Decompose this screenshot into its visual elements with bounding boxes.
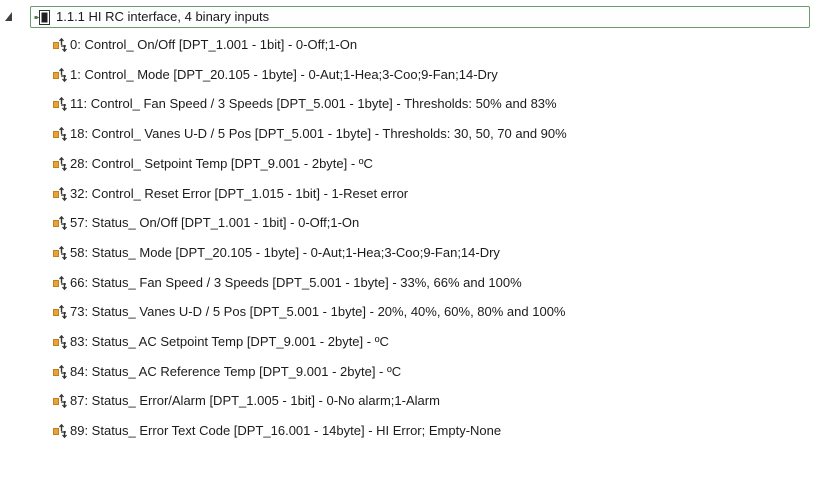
device-icon bbox=[34, 10, 50, 25]
comm-object-icon bbox=[53, 275, 67, 291]
comm-object-icon bbox=[53, 393, 67, 409]
group-object-label: 83: Status_ AC Setpoint Temp [DPT_9.001 … bbox=[70, 334, 389, 349]
comm-object-icon bbox=[53, 126, 67, 142]
group-object-label: 84: Status_ AC Reference Temp [DPT_9.001… bbox=[70, 364, 402, 379]
group-object-row[interactable]: 73: Status_ Vanes U-D / 5 Pos [DPT_5.001… bbox=[0, 301, 816, 323]
object-tree: 1.1.1 HI RC interface, 4 binary inputs 0… bbox=[0, 0, 816, 482]
group-object-row[interactable]: 32: Control_ Reset Error [DPT_1.015 - 1b… bbox=[0, 183, 816, 205]
group-object-row[interactable]: 1: Control_ Mode [DPT_20.105 - 1byte] - … bbox=[0, 64, 816, 86]
comm-object-icon bbox=[53, 304, 67, 320]
comm-object-icon bbox=[53, 96, 67, 112]
group-object-label: 66: Status_ Fan Speed / 3 Speeds [DPT_5.… bbox=[70, 275, 522, 290]
group-object-label: 58: Status_ Mode [DPT_20.105 - 1byte] - … bbox=[70, 245, 500, 260]
group-object-row[interactable]: 84: Status_ AC Reference Temp [DPT_9.001… bbox=[0, 361, 816, 383]
group-object-label: 11: Control_ Fan Speed / 3 Speeds [DPT_5… bbox=[70, 96, 557, 111]
group-object-label: 1: Control_ Mode [DPT_20.105 - 1byte] - … bbox=[70, 67, 498, 82]
comm-object-icon bbox=[53, 364, 67, 380]
expand-triangle-icon[interactable] bbox=[3, 10, 15, 24]
comm-object-icon bbox=[53, 423, 67, 439]
comm-object-icon bbox=[53, 215, 67, 231]
group-object-row[interactable]: 11: Control_ Fan Speed / 3 Speeds [DPT_5… bbox=[0, 93, 816, 115]
group-object-label: 57: Status_ On/Off [DPT_1.001 - 1bit] - … bbox=[70, 215, 360, 230]
group-object-row[interactable]: 66: Status_ Fan Speed / 3 Speeds [DPT_5.… bbox=[0, 272, 816, 294]
group-object-label: 32: Control_ Reset Error [DPT_1.015 - 1b… bbox=[70, 186, 409, 201]
comm-object-icon bbox=[53, 334, 67, 350]
group-object-row[interactable]: 87: Status_ Error/Alarm [DPT_1.005 - 1bi… bbox=[0, 390, 816, 412]
group-object-row[interactable]: 0: Control_ On/Off [DPT_1.001 - 1bit] - … bbox=[0, 34, 816, 56]
group-object-label: 0: Control_ On/Off [DPT_1.001 - 1bit] - … bbox=[70, 37, 358, 52]
comm-object-icon bbox=[53, 156, 67, 172]
comm-object-icon bbox=[53, 37, 67, 53]
comm-object-icon bbox=[53, 67, 67, 83]
group-object-row[interactable]: 89: Status_ Error Text Code [DPT_16.001 … bbox=[0, 420, 816, 442]
group-object-row[interactable]: 57: Status_ On/Off [DPT_1.001 - 1bit] - … bbox=[0, 212, 816, 234]
group-object-label: 18: Control_ Vanes U-D / 5 Pos [DPT_5.00… bbox=[70, 126, 567, 141]
group-object-label: 28: Control_ Setpoint Temp [DPT_9.001 - … bbox=[70, 156, 373, 171]
group-object-row[interactable]: 28: Control_ Setpoint Temp [DPT_9.001 - … bbox=[0, 153, 816, 175]
device-label: 1.1.1 HI RC interface, 4 binary inputs bbox=[56, 9, 270, 24]
group-object-row[interactable]: 18: Control_ Vanes U-D / 5 Pos [DPT_5.00… bbox=[0, 123, 816, 145]
comm-object-icon bbox=[53, 245, 67, 261]
group-object-label: 73: Status_ Vanes U-D / 5 Pos [DPT_5.001… bbox=[70, 304, 566, 319]
group-object-row[interactable]: 83: Status_ AC Setpoint Temp [DPT_9.001 … bbox=[0, 331, 816, 353]
comm-object-icon bbox=[53, 186, 67, 202]
group-object-label: 87: Status_ Error/Alarm [DPT_1.005 - 1bi… bbox=[70, 393, 440, 408]
group-object-label: 89: Status_ Error Text Code [DPT_16.001 … bbox=[70, 423, 502, 438]
group-object-row[interactable]: 58: Status_ Mode [DPT_20.105 - 1byte] - … bbox=[0, 242, 816, 264]
tree-root-device[interactable]: 1.1.1 HI RC interface, 4 binary inputs bbox=[0, 6, 816, 30]
